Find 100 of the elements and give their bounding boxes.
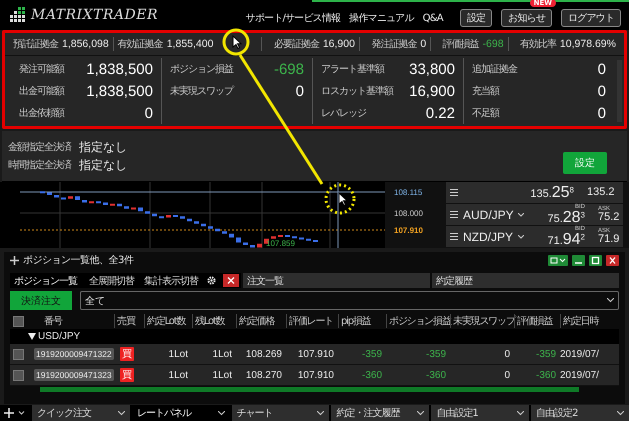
bottom-tab[interactable]: クイック注文 [32, 405, 130, 421]
buy-tag: 買 [120, 368, 134, 382]
buy-tag: 買 [120, 347, 134, 361]
toggle-button[interactable]: 集計表示切替 [142, 274, 200, 288]
table-cell-text: -360 [534, 370, 557, 380]
chevron-icon[interactable] [218, 410, 225, 416]
close-icon[interactable] [606, 254, 619, 266]
toggle-button[interactable]: 全展開切替 [87, 274, 136, 288]
position-number[interactable]: 1919200009471323 [34, 368, 114, 380]
summary-label: 発注証拠金 [371, 38, 416, 51]
ask-price: 135.2 [587, 187, 615, 198]
filter-dropdown[interactable]: 全て [80, 291, 619, 310]
account-value: 33,800 [409, 60, 455, 78]
chevron-icon[interactable] [417, 410, 424, 416]
account-value: 16,900 [409, 82, 455, 100]
low-price-label: 107.859 [266, 239, 295, 248]
setting-value: 指定なし [79, 138, 127, 156]
account-value: 1,838,500 [86, 82, 153, 100]
chevron-icon[interactable] [518, 234, 524, 238]
chevron-icon[interactable] [118, 410, 125, 416]
table-cell-text: 1Lot [168, 370, 189, 380]
highlight-circle [324, 184, 356, 214]
checkbox[interactable] [13, 348, 24, 360]
table-cell-text: 2019/07/ [560, 348, 600, 360]
account-label: 不足額 [472, 106, 499, 120]
rate-row[interactable]: 135.25$^{8}$ 135.2 [446, 182, 624, 203]
position-number[interactable]: 1919200009471322 [34, 348, 114, 360]
add-icon[interactable] [4, 408, 26, 418]
menu-icon[interactable] [450, 189, 458, 196]
column-header[interactable]: pip損益 [338, 314, 386, 328]
header-button[interactable]: お知らせ [501, 9, 552, 27]
bid-price: 71.94$^{2}$ [547, 232, 585, 248]
settle-order-button[interactable]: 決済注文 [10, 291, 72, 310]
tab[interactable]: 約定履歴 [432, 273, 619, 288]
header-button[interactable]: ログアウト [560, 9, 621, 27]
summary-value: 0 [420, 38, 426, 50]
account-value: 0 [598, 104, 606, 122]
table-cell-text: -360 [360, 370, 383, 380]
scrollbar[interactable] [40, 387, 579, 392]
header-link[interactable]: Q&A [422, 12, 443, 24]
table-cell-text: -360 [424, 370, 447, 380]
chevron-icon[interactable] [317, 410, 324, 416]
column-header[interactable]: 番号 [30, 314, 114, 328]
account-label: 未実現スワップ [170, 84, 233, 98]
account-label: ロスカット基準額 [321, 84, 393, 98]
column-header[interactable]: 評価レート [286, 314, 338, 328]
table-cell-text: 0 [503, 348, 511, 360]
price-label: 108.000 [394, 209, 423, 218]
expand-triangle-icon[interactable] [28, 333, 36, 340]
bottom-tab[interactable]: 自由設定1 [431, 405, 530, 421]
column-header[interactable]: 約定価格 [236, 314, 286, 328]
checkbox[interactable] [13, 316, 24, 326]
table-cell-text: 0 [503, 370, 511, 380]
account-label: 追加証拠金 [472, 62, 517, 76]
chevron-icon[interactable] [616, 410, 624, 416]
header-button[interactable]: 設定 [460, 9, 492, 27]
column-header[interactable]: 残Lot数 [192, 314, 236, 328]
account-label: ポジション損益 [170, 63, 233, 76]
account-label: アラート基準額 [321, 62, 384, 76]
header-link[interactable]: 操作マニュアル [349, 11, 414, 25]
move-icon[interactable] [10, 256, 19, 264]
account-label: 出金依頼額 [19, 106, 64, 120]
account-value: 0 [598, 60, 606, 78]
table-cell-text: 1Lot [168, 348, 189, 360]
ask-price: 71.9 [598, 234, 620, 245]
settings-icon[interactable] [206, 275, 217, 286]
setting-label: 金額指定全決済 [8, 140, 71, 154]
summary-value: 16,900 [322, 38, 355, 50]
chevron-icon[interactable] [607, 298, 614, 303]
group-row[interactable]: USD/JPY [10, 329, 619, 344]
account-value: 0 [598, 82, 606, 100]
currency-pair: NZD/JPY [463, 230, 513, 244]
account-value: 0.22 [426, 104, 455, 122]
column-header[interactable]: 評価損益 [514, 314, 560, 328]
table-cell-text: 107.910 [296, 348, 335, 360]
highlight-circle [222, 28, 250, 56]
minimize-icon[interactable] [572, 254, 585, 266]
chevron-icon[interactable] [517, 410, 524, 416]
column-header[interactable]: 売買 [114, 314, 144, 328]
logo-icon [10, 7, 26, 23]
bottom-tab[interactable]: 自由設定2 [531, 405, 629, 421]
column-header[interactable]: ポジション損益 [386, 314, 450, 328]
account-label: 充当額 [472, 84, 499, 98]
checkbox[interactable] [13, 370, 24, 380]
bid-price: 135.25$^{8}$ [530, 184, 574, 200]
account-value: 0 [296, 82, 304, 100]
menu-icon[interactable] [450, 211, 458, 218]
column-header[interactable]: 約定日時 [560, 314, 602, 328]
column-header[interactable]: 約定Lot数 [144, 314, 192, 328]
chevron-icon[interactable] [518, 212, 524, 216]
maximize-icon[interactable] [589, 254, 602, 266]
bottom-tab[interactable]: 約定・注文履歴 [331, 405, 430, 421]
logo-text: MATRIXTRADER [31, 7, 158, 23]
menu-icon[interactable] [450, 233, 458, 240]
account-value: 1,838,500 [86, 60, 153, 78]
tab[interactable]: 注文一覧 [243, 273, 430, 288]
layout-dropdown-icon[interactable] [548, 254, 568, 266]
summary-label: 有効証拠金 [118, 38, 163, 51]
bottom-tab[interactable]: チャート [232, 405, 330, 421]
header-link[interactable]: サポート/サービス情報 [246, 11, 340, 25]
